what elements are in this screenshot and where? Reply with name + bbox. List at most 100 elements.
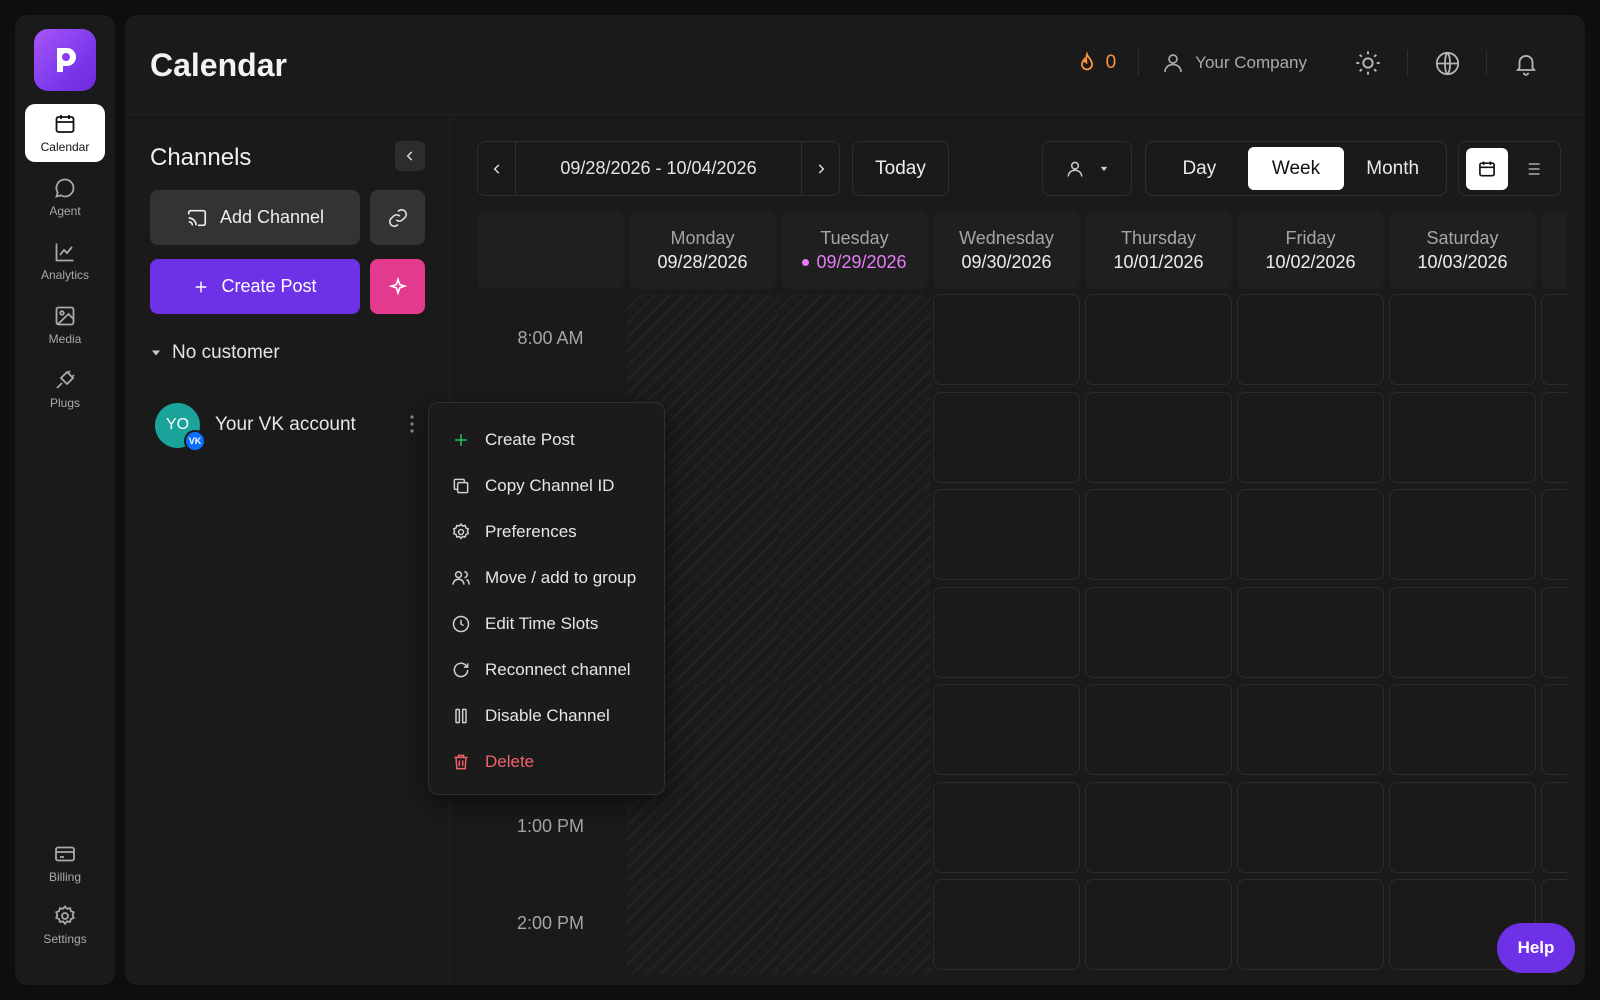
time-slot[interactable] xyxy=(1085,586,1232,678)
theme-toggle-button[interactable] xyxy=(1329,49,1407,77)
time-slot[interactable] xyxy=(627,879,779,975)
next-week-button[interactable] xyxy=(802,142,839,195)
notifications-button[interactable] xyxy=(1487,50,1565,77)
time-slot[interactable] xyxy=(933,879,1080,970)
time-slot[interactable] xyxy=(933,684,1080,775)
time-slot[interactable] xyxy=(1085,294,1232,385)
time-slot[interactable] xyxy=(1389,781,1536,873)
nav-item-calendar[interactable]: Calendar xyxy=(25,104,105,162)
channel-account[interactable]: YO VK Your VK account xyxy=(155,400,425,452)
today-button[interactable]: Today xyxy=(852,141,949,196)
time-slot[interactable] xyxy=(1237,489,1384,580)
time-slot[interactable] xyxy=(933,586,1080,678)
time-slot[interactable] xyxy=(627,781,779,879)
menu-item-edit-time-slots[interactable]: Edit Time Slots xyxy=(429,601,664,647)
menu-item-move-add-to-group[interactable]: Move / add to group xyxy=(429,555,664,601)
create-post-label: Create Post xyxy=(221,276,317,296)
day-date-text: 09/29/2026 xyxy=(816,251,907,272)
time-slot[interactable] xyxy=(933,489,1080,580)
menu-item-create-post[interactable]: Create Post xyxy=(429,417,664,463)
page-title: Calendar xyxy=(150,47,287,83)
help-button[interactable]: Help xyxy=(1497,923,1575,973)
time-slot[interactable] xyxy=(1541,294,1567,385)
time-slot[interactable] xyxy=(1389,489,1536,580)
tab-month[interactable]: Month xyxy=(1344,147,1441,190)
trash-icon xyxy=(454,754,468,770)
day-header xyxy=(1541,211,1567,289)
nav-item-billing[interactable]: Billing xyxy=(25,834,105,892)
tab-week[interactable]: Week xyxy=(1247,147,1345,190)
time-slot[interactable] xyxy=(1085,781,1232,873)
time-slot[interactable] xyxy=(1541,684,1567,775)
list-layout-button[interactable] xyxy=(1511,148,1553,190)
menu-item-disable-channel[interactable]: Disable Channel xyxy=(429,693,664,739)
time-slot[interactable] xyxy=(1237,586,1384,678)
time-slot[interactable] xyxy=(1085,879,1232,970)
nav-item-media[interactable]: Media xyxy=(25,296,105,354)
day-date: 10/03/2026 xyxy=(1417,252,1507,273)
channel-options-button[interactable] xyxy=(409,414,415,439)
time-slot[interactable] xyxy=(1237,684,1384,775)
streak-counter[interactable]: 0 xyxy=(1054,51,1139,75)
time-slot[interactable] xyxy=(779,781,931,879)
time-slot[interactable] xyxy=(933,294,1080,385)
time-slot[interactable] xyxy=(1237,879,1384,970)
time-slot[interactable] xyxy=(1389,684,1536,775)
time-slot[interactable] xyxy=(1541,586,1567,678)
calendar-layout-button[interactable] xyxy=(1465,147,1508,190)
menu-item-copy-channel-id[interactable]: Copy Channel ID xyxy=(429,463,664,509)
time-slot[interactable] xyxy=(779,684,931,782)
time-slot[interactable] xyxy=(779,879,931,975)
menu-item-reconnect-channel[interactable]: Reconnect channel xyxy=(429,647,664,693)
time-slot[interactable] xyxy=(1237,294,1384,385)
nav-item-plugs[interactable]: Plugs xyxy=(25,360,105,418)
pause-icon xyxy=(455,708,467,724)
nav-item-settings[interactable]: Settings xyxy=(25,896,105,954)
time-slot[interactable] xyxy=(1085,391,1232,483)
chat-icon xyxy=(55,178,75,198)
grid-corner xyxy=(477,211,624,289)
nav-item-label: Analytics xyxy=(40,268,90,282)
language-button[interactable] xyxy=(1408,50,1486,77)
time-slot[interactable] xyxy=(933,781,1080,873)
postiz-logo-icon xyxy=(57,48,76,72)
previous-week-button[interactable] xyxy=(478,142,515,195)
time-slot[interactable] xyxy=(1389,391,1536,483)
day-header: Tuesday 09/29/2026 xyxy=(781,211,928,289)
time-slot[interactable] xyxy=(779,489,931,587)
time-slot[interactable] xyxy=(779,586,931,684)
date-range[interactable]: 09/28/2026 - 10/04/2026 xyxy=(515,142,802,195)
time-slot[interactable] xyxy=(1085,684,1232,775)
time-slot[interactable] xyxy=(627,294,779,392)
time-slot[interactable] xyxy=(779,294,931,392)
time-slot[interactable] xyxy=(1541,489,1567,580)
customer-filter-button[interactable] xyxy=(1042,141,1132,196)
ai-generate-button[interactable] xyxy=(370,259,425,314)
nav-item-analytics[interactable]: Analytics xyxy=(25,232,105,290)
nav-item-label: Calendar xyxy=(40,140,90,154)
collapse-channels-button[interactable] xyxy=(395,141,425,171)
time-slot[interactable] xyxy=(1085,489,1232,580)
day-name: Monday xyxy=(670,227,735,248)
customer-selector[interactable]: No customer xyxy=(150,342,280,364)
clock-icon xyxy=(452,615,470,633)
avatar: YO VK xyxy=(155,402,206,452)
time-slot[interactable] xyxy=(1389,294,1536,385)
tab-day[interactable]: Day xyxy=(1151,147,1248,190)
menu-item-preferences[interactable]: Preferences xyxy=(429,509,664,555)
app-logo[interactable] xyxy=(34,29,96,91)
add-channel-button[interactable]: Add Channel xyxy=(150,190,360,245)
time-slot[interactable] xyxy=(1541,391,1567,483)
time-slot[interactable] xyxy=(1389,586,1536,678)
nav-item-agent[interactable]: Agent xyxy=(25,168,105,226)
time-slot[interactable] xyxy=(1541,781,1567,873)
create-post-button[interactable]: Create Post xyxy=(150,259,360,314)
time-slot[interactable] xyxy=(1237,781,1384,873)
time-slot[interactable] xyxy=(933,391,1080,483)
menu-item-label: Reconnect channel xyxy=(485,660,631,679)
company-selector[interactable]: Your Company xyxy=(1139,51,1329,75)
time-slot[interactable] xyxy=(779,391,931,489)
menu-item-delete[interactable]: Delete xyxy=(429,739,664,785)
link-button[interactable] xyxy=(370,190,425,245)
time-slot[interactable] xyxy=(1237,391,1384,483)
